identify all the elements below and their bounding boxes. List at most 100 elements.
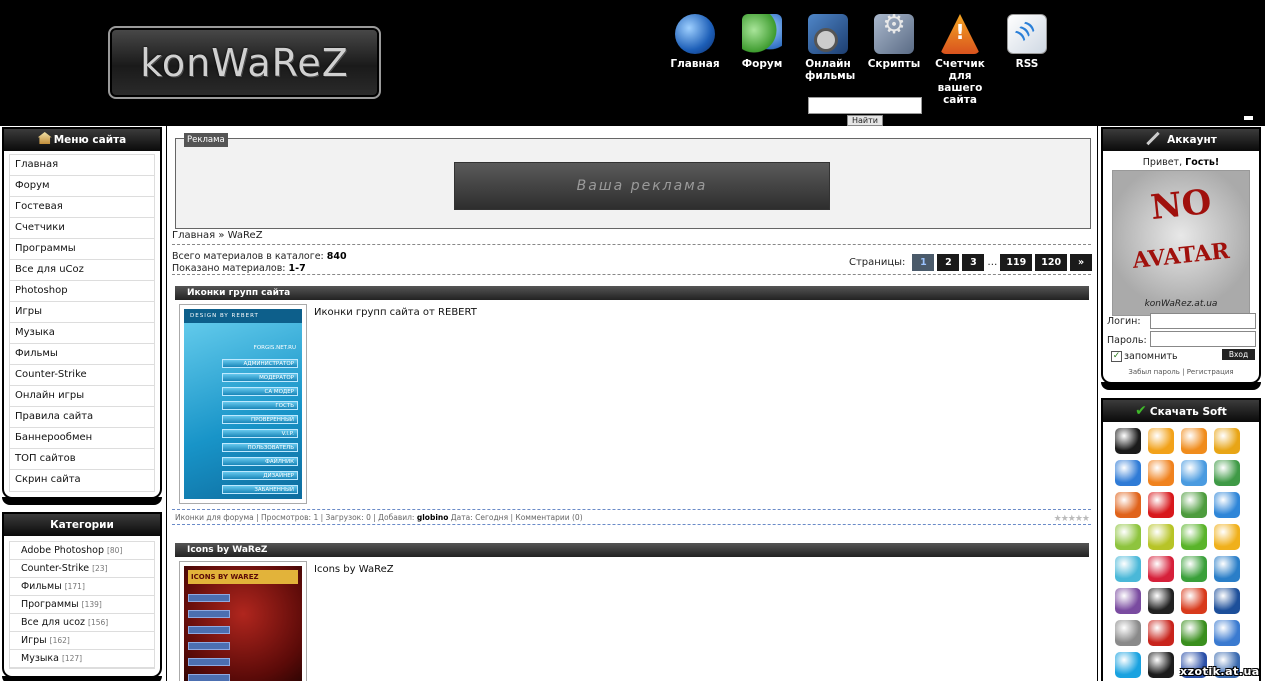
google-drive-icon[interactable] <box>1214 460 1240 486</box>
daemon-tools-icon[interactable] <box>1148 428 1174 454</box>
utorrent-icon[interactable] <box>1181 620 1207 646</box>
menu-item[interactable]: Онлайн игры <box>10 386 154 407</box>
icq-icon[interactable] <box>1181 524 1207 550</box>
nav-forum[interactable]: Форум <box>727 14 797 70</box>
page-link[interactable]: 2 <box>937 254 960 271</box>
entry-author[interactable]: globino <box>417 513 449 522</box>
obs-icon[interactable] <box>1181 460 1207 486</box>
media-classic-icon[interactable] <box>1214 588 1240 614</box>
page-link[interactable]: 119 <box>1000 254 1033 271</box>
watermark: xzotik.at.ua <box>1180 665 1260 678</box>
minimize-button[interactable] <box>1244 116 1253 120</box>
menu-item[interactable]: Photoshop <box>10 281 154 302</box>
entry-meta: Иконки для форума | Просмотров: 1 | Загр… <box>175 513 583 522</box>
login-button[interactable]: Вход <box>1222 349 1255 360</box>
entry-views: Просмотров: 1 <box>261 513 319 522</box>
nav-online-films[interactable]: Онлайн фильмы <box>793 14 863 82</box>
page-link[interactable]: 3 <box>962 254 985 271</box>
thumbnail-row: ДИЗАЙНЕР <box>222 471 298 480</box>
media-player-icon[interactable] <box>1115 460 1141 486</box>
nav-scripts[interactable]: Скрипты <box>859 14 929 70</box>
category-name: Игры <box>21 635 47 646</box>
entry-category-link[interactable]: Иконки для форума <box>175 513 254 522</box>
forgot-password-link[interactable]: Забыл пароль <box>1128 368 1180 376</box>
menu-header: Меню сайта <box>4 129 160 151</box>
kmplayer-icon[interactable] <box>1115 428 1141 454</box>
icq-flower-icon[interactable] <box>1148 524 1174 550</box>
category-count: [80] <box>106 546 123 555</box>
search-button[interactable]: Найти <box>847 115 883 126</box>
register-link[interactable]: Регистрация <box>1187 368 1234 376</box>
printer-icon[interactable] <box>1115 620 1141 646</box>
category-item[interactable]: Фильмы [171] <box>10 578 154 596</box>
menu-item[interactable]: Счетчики <box>10 218 154 239</box>
category-item[interactable]: Все для ucoz [156] <box>10 614 154 632</box>
category-item[interactable]: Программы [139] <box>10 596 154 614</box>
menu-item[interactable]: Программы <box>10 239 154 260</box>
menu-item[interactable]: Все для uCoz <box>10 260 154 281</box>
checkbox-checked-icon[interactable]: ✓ <box>1111 351 1122 362</box>
menu-item[interactable]: Главная <box>10 155 154 176</box>
menu-item[interactable]: ТОП сайтов <box>10 449 154 470</box>
dr-web-icon[interactable] <box>1181 556 1207 582</box>
category-item[interactable]: Adobe Photoshop [80] <box>10 542 154 560</box>
nav-rss[interactable]: RSS <box>992 14 1062 70</box>
menu-item[interactable]: Форум <box>10 176 154 197</box>
entry-thumbnail[interactable]: DESIGN BY REBERT FORGIS.NET.RU АДМИНИСТР… <box>179 304 307 504</box>
avast-icon[interactable] <box>1214 556 1240 582</box>
password-label: Пароль: <box>1107 335 1147 346</box>
login-field[interactable] <box>1150 313 1256 329</box>
filezilla-icon[interactable] <box>1148 620 1174 646</box>
skype-icon[interactable] <box>1115 652 1141 678</box>
entry-comments-link[interactable]: Комментарии (0) <box>515 513 582 522</box>
rating-stars[interactable]: ★★★★★ <box>1054 514 1090 524</box>
search-input[interactable] <box>808 97 922 114</box>
menu-item[interactable]: Игры <box>10 302 154 323</box>
menu-item[interactable]: Баннерообмен <box>10 428 154 449</box>
opera-icon[interactable] <box>1148 492 1174 518</box>
nav-home[interactable]: Главная <box>660 14 730 70</box>
mail-agent-icon[interactable] <box>1214 524 1240 550</box>
entry-description: Иконки групп сайта от REBERT <box>314 307 477 318</box>
entry-title[interactable]: Иконки групп сайта <box>175 286 1089 300</box>
vlc-icon[interactable] <box>1148 460 1174 486</box>
menu-title: Меню сайта <box>53 134 127 146</box>
gom-player-icon[interactable] <box>1181 428 1207 454</box>
chrome-icon[interactable] <box>1181 492 1207 518</box>
aimp-icon[interactable] <box>1214 428 1240 454</box>
cd-burner-icon[interactable] <box>1115 556 1141 582</box>
remember-me[interactable]: ✓ запомнить <box>1111 351 1178 362</box>
category-item[interactable]: Counter-Strike [23] <box>10 560 154 578</box>
ccleaner-icon[interactable] <box>1181 588 1207 614</box>
logo-text: konWaReZ <box>140 41 349 85</box>
kaspersky-icon[interactable] <box>1148 556 1174 582</box>
page-link[interactable]: 120 <box>1035 254 1068 271</box>
winrar-icon[interactable] <box>1115 588 1141 614</box>
internet-explorer-icon[interactable] <box>1214 492 1240 518</box>
entry-thumbnail[interactable]: ICONS BY WAREZ <box>179 561 307 681</box>
menu-item[interactable]: Фильмы <box>10 344 154 365</box>
download-arrow-icon[interactable] <box>1214 620 1240 646</box>
breadcrumb[interactable]: Главная » WaReZ <box>172 230 263 241</box>
android-icon[interactable] <box>1115 524 1141 550</box>
bat-icon[interactable] <box>1148 652 1174 678</box>
entry-title[interactable]: Icons by WaReZ <box>175 543 1089 557</box>
page-link[interactable]: 1 <box>912 254 935 271</box>
category-item[interactable]: Музыка [127] <box>10 650 154 668</box>
menu-item[interactable]: Гостевая <box>10 197 154 218</box>
7zip-icon[interactable] <box>1148 588 1174 614</box>
menu-item[interactable]: Скрин сайта <box>10 470 154 491</box>
nav-counter[interactable]: Счетчик для вашего сайта <box>925 14 995 106</box>
ad-banner[interactable]: Ваша реклама <box>454 162 830 210</box>
menu-item[interactable]: Музыка <box>10 323 154 344</box>
site-logo[interactable]: konWaReZ <box>108 26 381 99</box>
menu-item[interactable]: Counter-Strike <box>10 365 154 386</box>
category-item[interactable]: Игры [162] <box>10 632 154 650</box>
firefox-icon[interactable] <box>1115 492 1141 518</box>
avatar-site: konWaRez.at.ua <box>1144 299 1218 309</box>
greeting: Привет, Гость! <box>1103 157 1259 168</box>
category-count: [139] <box>81 600 102 609</box>
menu-item[interactable]: Правила сайта <box>10 407 154 428</box>
password-field[interactable] <box>1150 331 1256 347</box>
next-page-button[interactable]: » <box>1070 254 1093 271</box>
